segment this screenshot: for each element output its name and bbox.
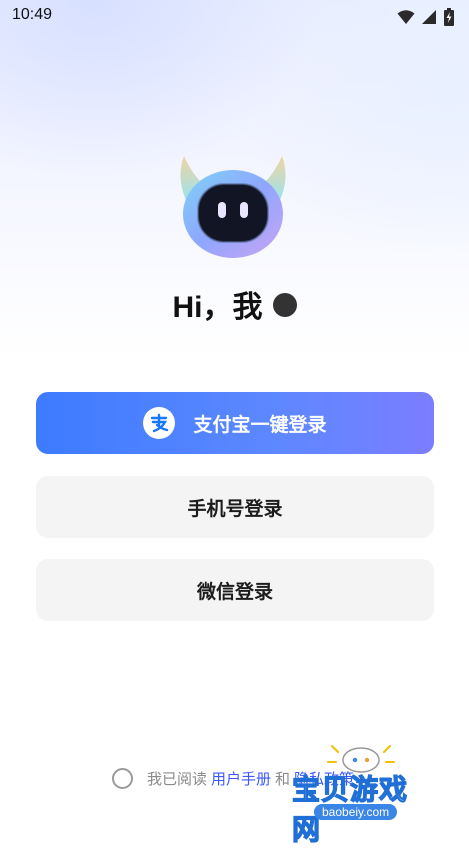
- status-icons: [397, 8, 455, 26]
- signal-icon: [422, 10, 436, 24]
- wifi-icon: [397, 10, 415, 24]
- wechat-login-button[interactable]: 微信登录: [36, 559, 434, 621]
- alipay-login-button[interactable]: 支付宝一键登录: [36, 392, 434, 454]
- wechat-login-label: 微信登录: [196, 580, 273, 603]
- greeting-dot-icon: [272, 293, 297, 317]
- phone-login-label: 手机号登录: [187, 497, 283, 520]
- greeting-text: Hi，我: [172, 291, 263, 324]
- user-manual-link[interactable]: 用户手册: [211, 768, 271, 789]
- alipay-login-label: 支付宝一键登录: [193, 413, 327, 436]
- status-time: 10:49: [12, 6, 53, 23]
- greeting-heading: Hi，我: [0, 282, 469, 326]
- agreement-prefix: 我已阅读: [147, 770, 208, 788]
- status-bar: 10:49: [0, 0, 469, 32]
- battery-icon: [444, 8, 454, 26]
- watermark: 宝贝游戏网 baobeiy.com: [286, 738, 436, 847]
- phone-login-button[interactable]: 手机号登录: [36, 476, 434, 538]
- agreement-checkbox[interactable]: [112, 768, 133, 789]
- watermark-url: baobeiy.com: [314, 804, 398, 820]
- robot-mascot-icon: [180, 156, 286, 258]
- alipay-icon: [143, 407, 176, 439]
